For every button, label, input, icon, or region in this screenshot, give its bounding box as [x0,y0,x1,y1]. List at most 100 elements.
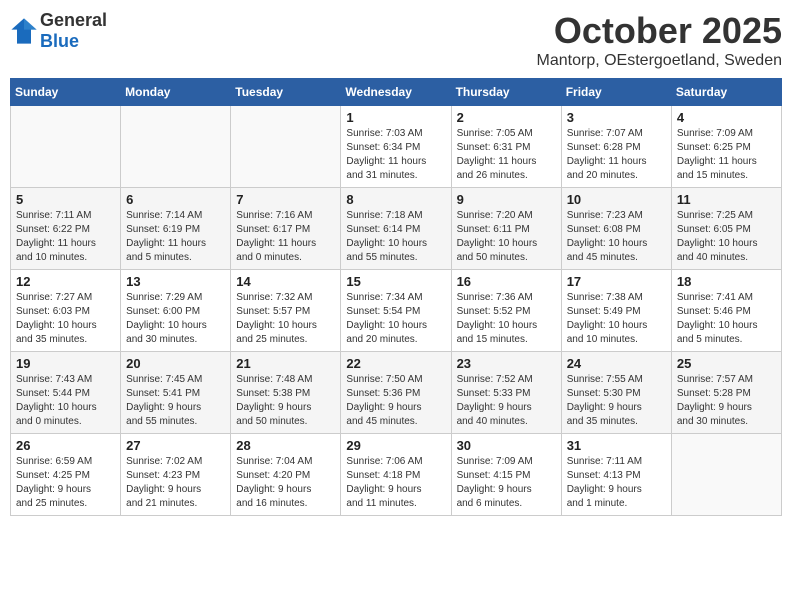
calendar-cell: 18 Sunrise: 7:41 AM Sunset: 5:46 PM Dayli… [671,270,781,352]
day-info: Sunrise: 6:59 AM Sunset: 4:25 PM Dayligh… [16,455,115,511]
day-number: 3 [567,110,666,125]
week-row-4: 19Sunrise: 7:43 AM Sunset: 5:44 PM Dayli… [11,352,782,434]
day-number: 25 [677,356,776,371]
day-number: 13 [126,274,225,289]
day-info: Sunrise: 7:05 AM Sunset: 6:31 PM Dayligh… [457,127,556,183]
calendar-cell: 13Sunrise: 7:29 AM Sunset: 6:00 PM Dayli… [121,270,231,352]
day-number: 29 [346,438,445,453]
day-info: Sunrise: 7:32 AM Sunset: 5:57 PM Dayligh… [236,291,335,347]
day-info: Sunrise: 7:09 AM Sunset: 4:15 PM Dayligh… [457,455,556,511]
day-info: Sunrise: 7:25 AM Sunset: 6:05 PM Dayligh… [677,209,776,265]
day-header-tuesday: Tuesday [231,79,341,106]
calendar-cell [121,106,231,188]
week-row-1: 1 Sunrise: 7:03 AM Sunset: 6:34 PM Daylig… [11,106,782,188]
day-info: Sunrise: 7:16 AM Sunset: 6:17 PM Dayligh… [236,209,335,265]
day-info: Sunrise: 7:45 AM Sunset: 5:41 PM Dayligh… [126,373,225,429]
day-info: Sunrise: 7:23 AM Sunset: 6:08 PM Dayligh… [567,209,666,265]
calendar-cell: 16 Sunrise: 7:36 AM Sunset: 5:52 PM Dayli… [451,270,561,352]
calendar-cell: 25 Sunrise: 7:57 AM Sunset: 5:28 PM Dayli… [671,352,781,434]
calendar-cell: 5Sunrise: 7:11 AM Sunset: 6:22 PM Daylig… [11,188,121,270]
day-number: 18 [677,274,776,289]
day-header-saturday: Saturday [671,79,781,106]
day-info: Sunrise: 7:52 AM Sunset: 5:33 PM Dayligh… [457,373,556,429]
logo-general-text: General [40,10,107,30]
day-info: Sunrise: 7:18 AM Sunset: 6:14 PM Dayligh… [346,209,445,265]
day-info: Sunrise: 7:11 AM Sunset: 6:22 PM Dayligh… [16,209,115,265]
day-number: 15 [346,274,445,289]
day-number: 1 [346,110,445,125]
calendar-cell [231,106,341,188]
day-number: 30 [457,438,556,453]
day-number: 6 [126,192,225,207]
logo-icon [10,17,38,45]
day-number: 2 [457,110,556,125]
day-info: Sunrise: 7:48 AM Sunset: 5:38 PM Dayligh… [236,373,335,429]
calendar-table: SundayMondayTuesdayWednesdayThursdayFrid… [10,78,782,516]
day-info: Sunrise: 7:07 AM Sunset: 6:28 PM Dayligh… [567,127,666,183]
days-header-row: SundayMondayTuesdayWednesdayThursdayFrid… [11,79,782,106]
page-header: General Blue October 2025 Mantorp, OEste… [10,10,782,70]
day-info: Sunrise: 7:34 AM Sunset: 5:54 PM Dayligh… [346,291,445,347]
day-info: Sunrise: 7:04 AM Sunset: 4:20 PM Dayligh… [236,455,335,511]
day-number: 17 [567,274,666,289]
calendar-cell: 19Sunrise: 7:43 AM Sunset: 5:44 PM Dayli… [11,352,121,434]
calendar-cell: 2 Sunrise: 7:05 AM Sunset: 6:31 PM Daylig… [451,106,561,188]
day-number: 19 [16,356,115,371]
day-info: Sunrise: 7:20 AM Sunset: 6:11 PM Dayligh… [457,209,556,265]
day-header-sunday: Sunday [11,79,121,106]
day-number: 21 [236,356,335,371]
calendar-cell: 29 Sunrise: 7:06 AM Sunset: 4:18 PM Dayli… [341,434,451,516]
week-row-3: 12Sunrise: 7:27 AM Sunset: 6:03 PM Dayli… [11,270,782,352]
day-header-friday: Friday [561,79,671,106]
week-row-2: 5Sunrise: 7:11 AM Sunset: 6:22 PM Daylig… [11,188,782,270]
calendar-cell: 11 Sunrise: 7:25 AM Sunset: 6:05 PM Dayli… [671,188,781,270]
day-number: 23 [457,356,556,371]
day-number: 28 [236,438,335,453]
day-info: Sunrise: 7:03 AM Sunset: 6:34 PM Dayligh… [346,127,445,183]
calendar-cell: 12Sunrise: 7:27 AM Sunset: 6:03 PM Dayli… [11,270,121,352]
calendar-cell: 1 Sunrise: 7:03 AM Sunset: 6:34 PM Daylig… [341,106,451,188]
day-number: 22 [346,356,445,371]
calendar-cell: 24 Sunrise: 7:55 AM Sunset: 5:30 PM Dayli… [561,352,671,434]
day-info: Sunrise: 7:11 AM Sunset: 4:13 PM Dayligh… [567,455,666,511]
day-info: Sunrise: 7:41 AM Sunset: 5:46 PM Dayligh… [677,291,776,347]
day-number: 7 [236,192,335,207]
day-info: Sunrise: 7:57 AM Sunset: 5:28 PM Dayligh… [677,373,776,429]
month-title: October 2025 [537,10,782,52]
day-info: Sunrise: 7:06 AM Sunset: 4:18 PM Dayligh… [346,455,445,511]
day-number: 11 [677,192,776,207]
calendar-cell: 23 Sunrise: 7:52 AM Sunset: 5:33 PM Dayli… [451,352,561,434]
calendar-cell: 14Sunrise: 7:32 AM Sunset: 5:57 PM Dayli… [231,270,341,352]
day-info: Sunrise: 7:02 AM Sunset: 4:23 PM Dayligh… [126,455,225,511]
day-number: 9 [457,192,556,207]
calendar-cell: 7 Sunrise: 7:16 AM Sunset: 6:17 PM Daylig… [231,188,341,270]
day-header-thursday: Thursday [451,79,561,106]
calendar-cell: 30 Sunrise: 7:09 AM Sunset: 4:15 PM Dayli… [451,434,561,516]
calendar-cell: 26 Sunrise: 6:59 AM Sunset: 4:25 PM Dayli… [11,434,121,516]
calendar-cell: 8Sunrise: 7:18 AM Sunset: 6:14 PM Daylig… [341,188,451,270]
calendar-cell [671,434,781,516]
day-number: 12 [16,274,115,289]
day-info: Sunrise: 7:55 AM Sunset: 5:30 PM Dayligh… [567,373,666,429]
logo: General Blue [10,10,107,52]
day-number: 24 [567,356,666,371]
day-info: Sunrise: 7:36 AM Sunset: 5:52 PM Dayligh… [457,291,556,347]
calendar-cell: 31 Sunrise: 7:11 AM Sunset: 4:13 PM Dayli… [561,434,671,516]
week-row-5: 26 Sunrise: 6:59 AM Sunset: 4:25 PM Dayli… [11,434,782,516]
calendar-cell: 27Sunrise: 7:02 AM Sunset: 4:23 PM Dayli… [121,434,231,516]
calendar-cell: 4Sunrise: 7:09 AM Sunset: 6:25 PM Daylig… [671,106,781,188]
day-number: 10 [567,192,666,207]
calendar-cell: 17 Sunrise: 7:38 AM Sunset: 5:49 PM Dayli… [561,270,671,352]
calendar-cell: 15 Sunrise: 7:34 AM Sunset: 5:54 PM Dayli… [341,270,451,352]
calendar-cell: 22Sunrise: 7:50 AM Sunset: 5:36 PM Dayli… [341,352,451,434]
day-number: 31 [567,438,666,453]
day-number: 16 [457,274,556,289]
calendar-cell: 20Sunrise: 7:45 AM Sunset: 5:41 PM Dayli… [121,352,231,434]
calendar-cell: 21 Sunrise: 7:48 AM Sunset: 5:38 PM Dayli… [231,352,341,434]
day-header-monday: Monday [121,79,231,106]
day-number: 26 [16,438,115,453]
day-info: Sunrise: 7:09 AM Sunset: 6:25 PM Dayligh… [677,127,776,183]
calendar-cell: 6Sunrise: 7:14 AM Sunset: 6:19 PM Daylig… [121,188,231,270]
location-title: Mantorp, OEstergoetland, Sweden [537,52,782,70]
day-info: Sunrise: 7:38 AM Sunset: 5:49 PM Dayligh… [567,291,666,347]
